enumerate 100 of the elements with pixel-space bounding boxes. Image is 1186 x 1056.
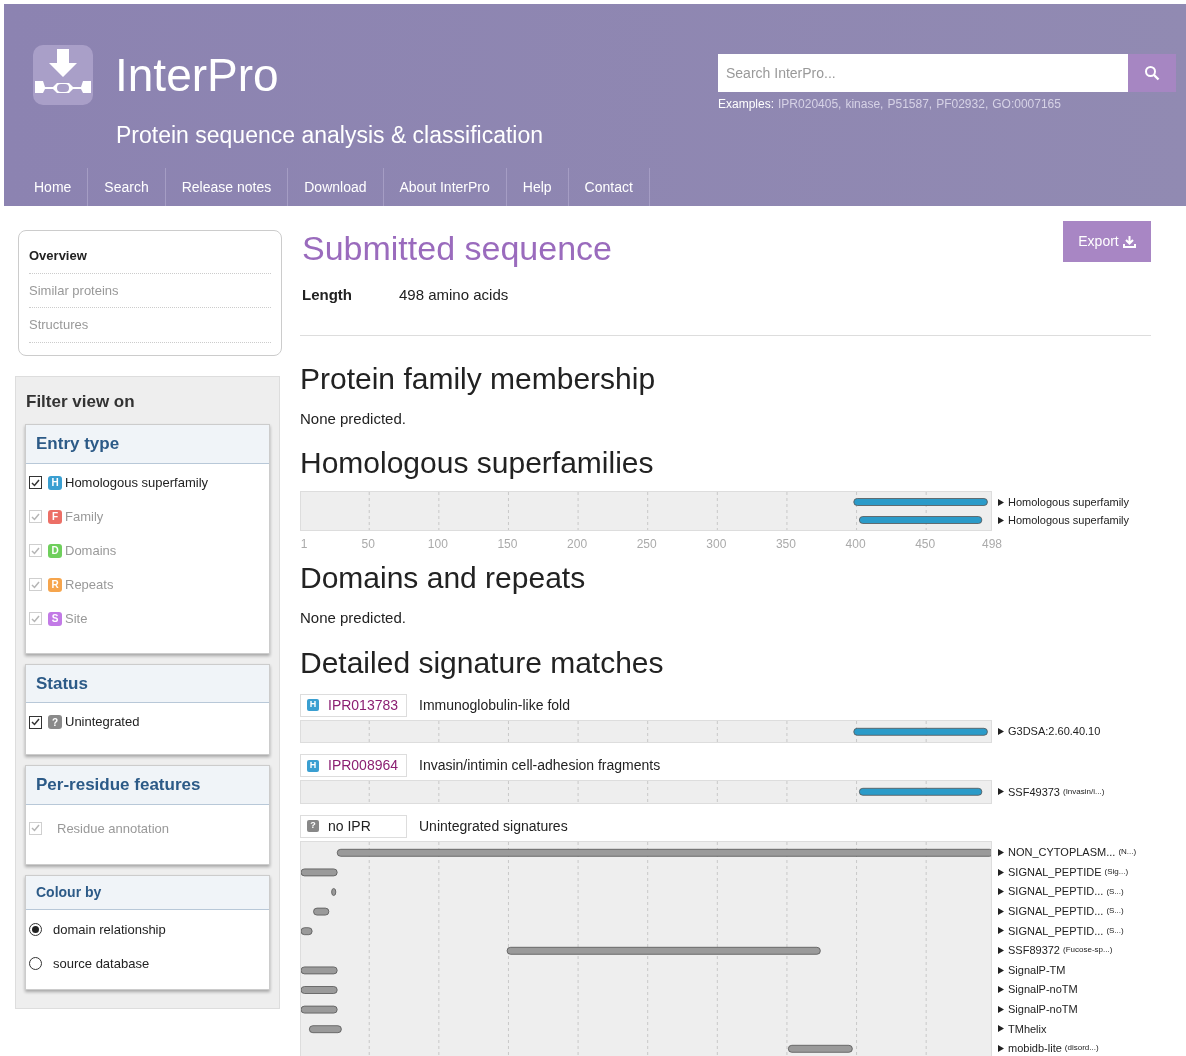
signature-note: (Invasin/i...)	[1063, 785, 1105, 798]
none-predicted-text: None predicted.	[300, 408, 407, 429]
caret-icon	[998, 727, 1004, 735]
axis-tick-label: 100	[427, 536, 448, 553]
signature-label[interactable]: SignalP-TM	[1008, 961, 1066, 979]
caret-icon	[998, 966, 1004, 974]
search-icon	[1144, 65, 1160, 81]
axis-tick-label: 350	[775, 536, 796, 553]
entry-type-badge: H	[307, 759, 319, 772]
download-icon	[1122, 235, 1136, 248]
filter-label: Unintegrated	[65, 713, 140, 732]
match-bar[interactable]	[787, 1044, 853, 1053]
caret-icon	[998, 946, 1004, 954]
entry-name: Invasin/intimin cell-adhesion fragments	[419, 756, 661, 776]
match-bar[interactable]	[301, 1005, 338, 1014]
axis-tick-label: 1	[300, 536, 308, 553]
panel-title: Entry type	[36, 434, 120, 453]
signature-label[interactable]: SignalP-noTM	[1008, 981, 1078, 998]
entry-type-badge: D	[48, 543, 62, 558]
signature-label[interactable]: SSF49373	[1008, 783, 1060, 801]
match-bar[interactable]	[301, 966, 338, 974]
filter-title: Filter view on	[26, 390, 136, 413]
caret-icon	[998, 1044, 1004, 1052]
search-field[interactable]: Search InterPro...	[718, 54, 1128, 92]
caret-icon	[998, 927, 1004, 935]
signature-note: (S...)	[1106, 924, 1124, 937]
axis-tick-label: 200	[567, 536, 588, 553]
match-bar[interactable]	[853, 727, 988, 736]
match-bar[interactable]	[858, 788, 983, 796]
examples-label: Examples:	[718, 96, 775, 113]
signature-label[interactable]: SIGNAL_PEPTID...	[1008, 922, 1104, 940]
signature-label[interactable]: SSF89372	[1008, 942, 1060, 959]
match-bar[interactable]	[313, 907, 330, 916]
entry-type-badge: F	[48, 509, 62, 524]
filter-label: Family	[65, 507, 104, 526]
signature-label[interactable]: SignalP-noTM	[1008, 1001, 1078, 1018]
filter-label: Domains	[65, 541, 117, 560]
caret-icon	[998, 1025, 1004, 1033]
match-bar[interactable]	[301, 868, 338, 876]
match-bar[interactable]	[506, 946, 821, 955]
page-title: Submitted sequence	[302, 228, 612, 269]
match-bar[interactable]	[301, 985, 338, 994]
signature-label[interactable]: SIGNAL_PEPTID...	[1008, 903, 1104, 920]
signature-label[interactable]: NON_CYTOPLASM...	[1008, 844, 1116, 861]
signature-label[interactable]: G3DSA:2.60.40.10	[1008, 723, 1101, 740]
signature-note: (Sig...)	[1104, 866, 1129, 879]
signature-label[interactable]: mobidb-lite	[1008, 1040, 1062, 1056]
length-value: 498 amino acids	[399, 285, 509, 305]
caret-icon	[998, 888, 1004, 896]
logo-icon	[33, 45, 93, 105]
match-bar[interactable]	[301, 927, 313, 935]
entry-name: Unintegrated signatures	[419, 816, 568, 836]
signature-label[interactable]: Homologous superfamily	[1008, 511, 1130, 529]
search-button[interactable]	[1128, 54, 1176, 92]
caret-icon	[998, 516, 1004, 524]
signature-note: (disord...)	[1064, 1042, 1099, 1055]
signature-note: (Fucose-sp...)	[1063, 944, 1113, 957]
site-subtitle: Protein sequence analysis & classification	[116, 121, 543, 150]
entry-accession-link[interactable]: H IPR013783	[300, 693, 407, 717]
axis-tick-label: 50	[361, 536, 375, 553]
match-bar[interactable]	[336, 848, 991, 857]
radio-label: domain relationship	[53, 921, 166, 939]
caret-icon	[998, 498, 1004, 506]
signature-note: (N...)	[1118, 846, 1137, 859]
caret-icon	[998, 986, 1004, 994]
panel-title: Colour by	[36, 884, 102, 900]
entry-type-badge: S	[48, 611, 62, 626]
caret-icon	[998, 788, 1004, 796]
entry-accession-link[interactable]: ? no IPR	[300, 814, 407, 838]
checkbox[interactable]	[29, 715, 42, 729]
signature-label[interactable]: TMhelix	[1008, 1020, 1047, 1038]
signature-label[interactable]: Homologous superfamily	[1008, 493, 1130, 511]
axis-tick-label: 450	[915, 536, 936, 553]
section-heading: Domains and repeats	[300, 561, 587, 595]
axis-tick-label: 300	[706, 536, 727, 553]
entry-type-badge: R	[48, 577, 62, 592]
section-heading: Homologous superfamilies	[300, 446, 655, 480]
checkbox[interactable]	[29, 476, 42, 489]
panel-title: Status	[36, 673, 88, 693]
signature-label[interactable]: SIGNAL_PEPTID...	[1008, 883, 1104, 900]
entry-type-badge: H	[307, 699, 319, 711]
section-heading: Detailed signature matches	[300, 645, 665, 680]
match-bar[interactable]	[858, 516, 983, 524]
match-bar[interactable]	[308, 1025, 342, 1033]
entry-name: Immunoglobulin-like fold	[419, 695, 570, 715]
caret-icon	[998, 907, 1004, 915]
nav-link[interactable]: Home	[18, 168, 89, 206]
entry-accession-link[interactable]: H IPR008964	[300, 754, 407, 778]
caret-icon	[998, 849, 1004, 856]
filter-label: Site	[65, 609, 88, 628]
match-bar[interactable]	[331, 887, 337, 896]
axis-tick-label: 150	[497, 536, 518, 553]
length-label: Length	[302, 285, 353, 305]
none-predicted-text: None predicted.	[300, 608, 407, 628]
panel-title: Per-residue features	[36, 775, 201, 794]
filter-label: Residue annotation	[57, 819, 170, 838]
signature-note: (S...)	[1106, 905, 1124, 918]
filter-label: Repeats	[65, 575, 114, 594]
menu-item[interactable]: Overview	[29, 239, 271, 274]
signature-label[interactable]: SIGNAL_PEPTIDE	[1008, 863, 1102, 881]
